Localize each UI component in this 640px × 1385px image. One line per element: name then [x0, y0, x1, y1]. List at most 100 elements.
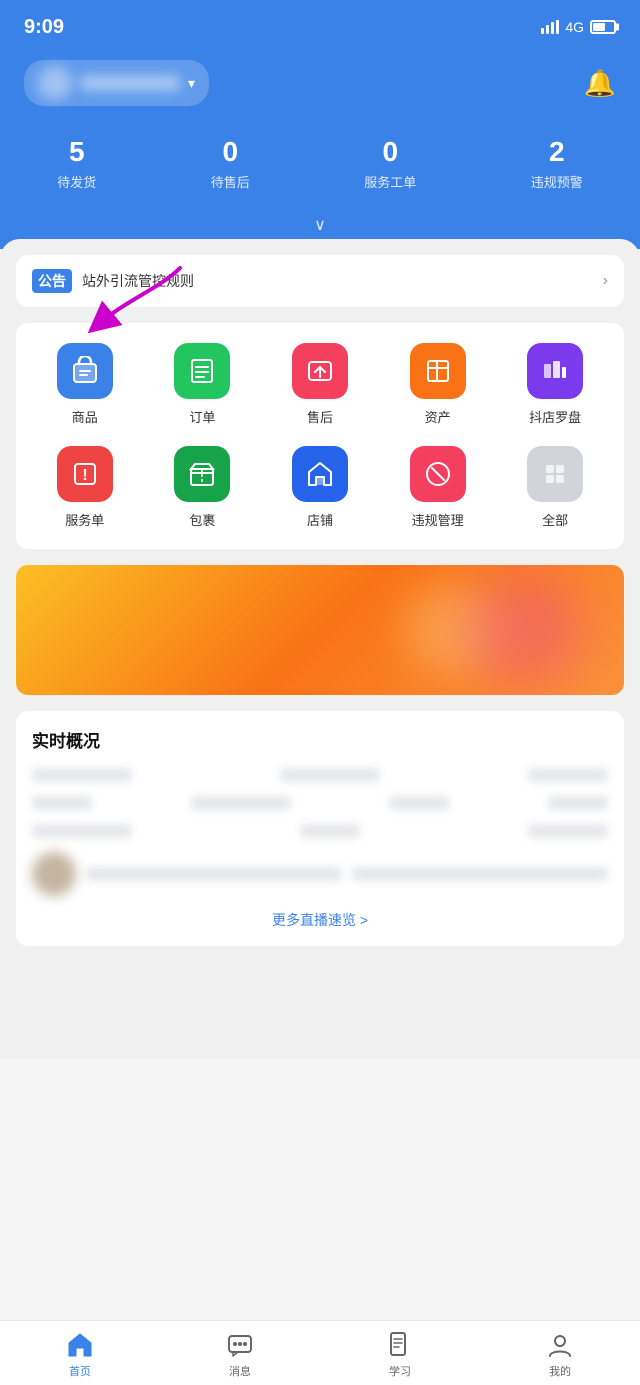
- stat-number-after-sale: 0: [222, 136, 238, 168]
- menu-item-compass[interactable]: 抖店罗盘: [505, 343, 605, 426]
- blurred-avatar: [32, 852, 76, 896]
- menu-item-order[interactable]: 订单: [152, 343, 252, 426]
- menu-label-shop: 店铺: [307, 510, 333, 529]
- stat-after-sale[interactable]: 0 待售后: [211, 136, 250, 191]
- blurred-stat-5: [191, 796, 291, 810]
- blurred-stat-7: [548, 796, 608, 810]
- status-bar: 9:09 4G: [0, 0, 640, 50]
- home-nav-icon: [66, 1331, 94, 1359]
- main-content: 公告 站外引流管控规则 › 商: [0, 239, 640, 1058]
- order-icon: [174, 343, 230, 399]
- menu-item-shop[interactable]: 店铺: [270, 446, 370, 529]
- product-icon: [57, 343, 113, 399]
- battery-icon: [590, 20, 616, 34]
- announcement-text: 站外引流管控规则: [82, 271, 593, 291]
- blurred-stat-9: [300, 824, 360, 838]
- blurred-stat-8: [32, 824, 132, 838]
- blurred-text-2: [352, 867, 608, 881]
- store-avatar: [38, 66, 72, 100]
- menu-label-product: 商品: [72, 407, 98, 426]
- stat-violation[interactable]: 2 违规预警: [531, 136, 583, 191]
- menu-label-violation: 违规管理: [412, 510, 464, 529]
- overview-row-2: [32, 796, 608, 810]
- menu-label-compass: 抖店罗盘: [529, 407, 581, 426]
- menu-grid: 商品 订单: [16, 323, 624, 549]
- package-icon: [174, 446, 230, 502]
- menu-label-aftersale: 售后: [307, 407, 333, 426]
- nav-profile-label: 我的: [549, 1363, 571, 1379]
- overview-section: 实时概况 更多直播速览 >: [16, 711, 624, 946]
- stat-label-pending-ship: 待发货: [57, 172, 96, 191]
- announcement-arrow-icon: ›: [603, 272, 608, 290]
- announcement-tag: 公告: [32, 269, 72, 293]
- blurred-stat-3: [528, 768, 608, 782]
- menu-row-1: 商品 订单: [26, 343, 614, 426]
- overview-row-3: [32, 824, 608, 838]
- announcement-bar[interactable]: 公告 站外引流管控规则 ›: [16, 255, 624, 307]
- nav-profile[interactable]: 我的: [546, 1331, 574, 1379]
- menu-item-service[interactable]: ! 服务单: [35, 446, 135, 529]
- profile-nav-icon: [546, 1331, 574, 1359]
- bell-icon[interactable]: 🔔: [584, 68, 616, 99]
- nav-learn-label: 学习: [389, 1363, 411, 1379]
- stat-number-service: 0: [382, 136, 398, 168]
- bottom-nav: 首页 消息 学习 我的: [0, 1320, 640, 1385]
- blurred-stat-4: [32, 796, 92, 810]
- store-name: [80, 76, 180, 90]
- blurred-text-1: [86, 867, 342, 881]
- service-icon: !: [57, 446, 113, 502]
- stat-number-violation: 2: [549, 136, 565, 168]
- stat-label-after-sale: 待售后: [211, 172, 250, 191]
- signal-icon: [541, 20, 559, 34]
- blurred-stat-10: [528, 824, 608, 838]
- compass-icon: [527, 343, 583, 399]
- overview-live-row: [32, 852, 608, 896]
- menu-item-aftersale[interactable]: 售后: [270, 343, 370, 426]
- svg-text:!: !: [82, 467, 87, 484]
- menu-label-all: 全部: [542, 510, 568, 529]
- stat-pending-ship[interactable]: 5 待发货: [57, 136, 96, 191]
- blurred-stat-6: [389, 796, 449, 810]
- nav-learn[interactable]: 学习: [386, 1331, 414, 1379]
- nav-message-label: 消息: [229, 1363, 251, 1379]
- menu-label-asset: 资产: [425, 407, 451, 426]
- menu-label-service: 服务单: [65, 510, 104, 529]
- overview-row-1: [32, 768, 608, 782]
- menu-item-product[interactable]: 商品: [35, 343, 135, 426]
- message-nav-icon: [226, 1331, 254, 1359]
- menu-label-package: 包裹: [189, 510, 215, 529]
- status-icons: 4G: [541, 19, 616, 35]
- menu-item-all[interactable]: 全部: [505, 446, 605, 529]
- more-live-link[interactable]: 更多直播速览 >: [32, 910, 608, 930]
- blurred-stat-1: [32, 768, 132, 782]
- nav-message[interactable]: 消息: [226, 1331, 254, 1379]
- stat-label-violation: 违规预警: [531, 172, 583, 191]
- blurred-stat-2: [280, 768, 380, 782]
- network-label: 4G: [565, 19, 584, 35]
- stat-service[interactable]: 0 服务工单: [364, 136, 416, 191]
- asset-icon: [410, 343, 466, 399]
- all-icon: [527, 446, 583, 502]
- expand-chevron-icon: ∨: [314, 215, 326, 235]
- store-selector[interactable]: ▾: [24, 60, 209, 106]
- banner[interactable]: [16, 565, 624, 695]
- header: ▾ 🔔: [0, 50, 640, 126]
- menu-label-order: 订单: [189, 407, 215, 426]
- stats-row: 5 待发货 0 待售后 0 服务工单 2 违规预警: [0, 126, 640, 215]
- violation-icon: [410, 446, 466, 502]
- chevron-down-icon: ▾: [188, 75, 195, 92]
- nav-home[interactable]: 首页: [66, 1331, 94, 1379]
- banner-decoration-2: [464, 575, 584, 685]
- shop-icon: [292, 446, 348, 502]
- stat-number-pending-ship: 5: [69, 136, 85, 168]
- learn-nav-icon: [386, 1331, 414, 1359]
- overview-title: 实时概况: [32, 727, 608, 752]
- menu-row-2: ! 服务单 包裹: [26, 446, 614, 529]
- nav-home-label: 首页: [69, 1363, 91, 1379]
- aftersale-icon: [292, 343, 348, 399]
- status-time: 9:09: [24, 16, 64, 39]
- menu-item-asset[interactable]: 资产: [388, 343, 488, 426]
- menu-item-violation[interactable]: 违规管理: [388, 446, 488, 529]
- menu-item-package[interactable]: 包裹: [152, 446, 252, 529]
- stat-label-service: 服务工单: [364, 172, 416, 191]
